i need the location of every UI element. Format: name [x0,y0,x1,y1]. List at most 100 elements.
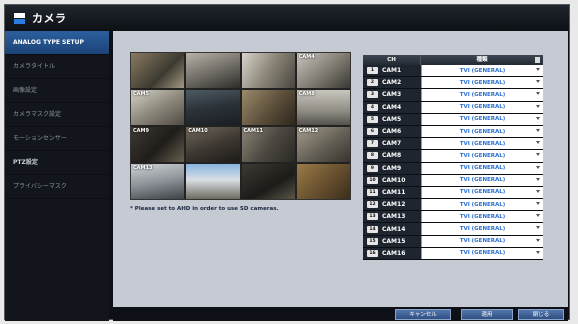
camera-preview-cell[interactable]: CAM13 [131,164,185,199]
camera-preview-cell[interactable]: CAM4 [296,53,350,88]
table-row: 14 CAM14 TVI (GENERAL) [363,223,543,236]
camera-type-select[interactable]: TVI (GENERAL) [421,125,543,138]
channel-name: CAM12 [382,201,406,209]
camera-preview-cell[interactable] [241,53,295,88]
camera-preview-cell[interactable] [296,164,350,199]
chevron-down-icon[interactable] [536,202,540,206]
camera-type-value: TVI (GENERAL) [459,67,506,74]
camera-type-value: TVI (GENERAL) [459,213,506,220]
channel-name: CAM11 [382,188,406,196]
camera-type-select[interactable]: TVI (GENERAL) [421,211,543,223]
channel-number-badge: 2 [367,79,378,87]
camera-type-value: TVI (GENERAL) [459,104,506,111]
table-row: 6 CAM6 TVI (GENERAL) [363,125,543,139]
camera-type-select[interactable]: TVI (GENERAL) [421,138,543,150]
camera-type-select[interactable]: TVI (GENERAL) [421,223,543,235]
sidebar-item-motion-sensor[interactable]: モーションセンサー [5,127,109,151]
chevron-down-icon[interactable] [536,177,540,181]
camera-type-value: TVI (GENERAL) [459,152,506,159]
camera-type-select[interactable]: TVI (GENERAL) [421,199,543,211]
camera-type-select[interactable]: TVI (GENERAL) [421,89,543,101]
chevron-down-icon[interactable] [536,238,540,242]
camera-type-value: TVI (GENERAL) [459,128,506,135]
camera-preview-cell[interactable]: CAM9 [131,127,185,162]
camera-type-select[interactable]: TVI (GENERAL) [421,235,543,247]
sidebar-item-analog-type-setup[interactable]: ANALOG TYPE SETUP [5,31,109,55]
table-row: 2 CAM2 TVI (GENERAL) [363,77,543,90]
apply-button[interactable]: 適用 [461,309,513,320]
chevron-down-icon[interactable] [536,214,540,218]
camera-preview-label: CAM4 [298,54,315,60]
chevron-down-icon[interactable] [536,141,540,145]
camera-preview-cell[interactable] [186,90,240,125]
channel-cell: 2 CAM2 [363,77,421,89]
camera-preview-cell[interactable] [241,164,295,199]
sidebar: ANALOG TYPE SETUP カメラタイトル 画像設定 カメラマスク設定 … [5,31,109,321]
chevron-down-icon[interactable] [536,250,540,254]
camera-type-select[interactable]: TVI (GENERAL) [421,65,543,77]
channel-number-badge: 10 [367,176,378,184]
camera-type-select[interactable]: TVI (GENERAL) [421,186,543,199]
camera-preview-label: CAM5 [133,91,149,97]
chevron-down-icon[interactable] [536,153,540,157]
camera-preview-cell[interactable] [241,90,295,125]
camera-type-value: TVI (GENERAL) [459,165,506,172]
cancel-button[interactable]: キャンセル [395,309,451,320]
camera-preview-cell[interactable] [186,164,240,199]
sidebar-item-image-settings[interactable]: 画像設定 [5,79,109,103]
chevron-down-icon[interactable] [536,165,540,169]
chevron-down-icon[interactable] [536,116,540,120]
channel-number-badge: 5 [367,115,378,123]
channel-name: CAM7 [382,140,402,148]
camera-type-table: CH 種類 1 CAM1 TVI (GENERAL) 2 CAM2 TVI (GENERA… [363,55,543,260]
table-row: 13 CAM13 TVI (GENERAL) [363,211,543,224]
channel-name: CAM8 [382,152,402,160]
channel-number-badge: 14 [367,225,378,233]
chevron-down-icon[interactable] [536,68,540,71]
camera-preview-label: CAM11 [243,128,263,134]
chevron-down-icon[interactable] [536,80,540,84]
channel-number-badge: 15 [367,237,378,245]
channel-cell: 4 CAM4 [363,101,421,113]
sidebar-item-ptz-settings[interactable]: PTZ設定 [5,151,109,175]
channel-name: CAM6 [382,128,402,136]
camera-settings-window: カメラ ANALOG TYPE SETUP カメラタイトル 画像設定 カメラマス… [4,4,570,321]
sidebar-item-privacy-mask[interactable]: プライバシーマスク [5,175,109,199]
camera-preview-cell[interactable] [131,53,185,88]
camera-type-select[interactable]: TVI (GENERAL) [421,150,543,162]
chevron-down-icon[interactable] [536,104,540,108]
chevron-down-icon[interactable] [536,92,540,96]
close-button[interactable]: 閉じる [518,309,564,320]
camera-preview-label: CAM13 [133,165,153,171]
camera-preview-cell[interactable] [186,53,240,88]
channel-number-badge: 4 [367,103,378,111]
sidebar-item-camera-mask[interactable]: カメラマスク設定 [5,103,109,127]
camera-type-value: TVI (GENERAL) [459,177,506,184]
camera-type-select[interactable]: TVI (GENERAL) [421,174,543,186]
camera-type-select[interactable]: TVI (GENERAL) [421,162,543,174]
chevron-down-icon[interactable] [536,226,540,230]
camera-preview-cell[interactable]: CAM12 [296,127,350,162]
camera-type-select[interactable]: TVI (GENERAL) [421,113,543,125]
camera-type-select[interactable]: TVI (GENERAL) [421,247,543,259]
header-dropdown-icon[interactable] [535,57,540,63]
channel-cell: 11 CAM11 [363,186,421,199]
camera-preview-cell[interactable]: CAM10 [186,127,240,162]
camera-preview-cell[interactable]: CAM8 [296,90,350,125]
column-header-type[interactable]: 種類 [421,55,543,65]
sidebar-item-camera-title[interactable]: カメラタイトル [5,55,109,79]
channel-cell: 7 CAM7 [363,138,421,150]
channel-cell: 6 CAM6 [363,125,421,138]
camera-type-select[interactable]: TVI (GENERAL) [421,101,543,113]
camera-preview-grid: CAM4 CAM5 CAM8 CAM9 CAM10 CAM11 CAM12 CA… [130,52,351,200]
camera-preview-cell[interactable]: CAM5 [131,90,185,125]
camera-preview-label: CAM8 [298,91,315,97]
table-row: 12 CAM12 TVI (GENERAL) [363,199,543,212]
channel-cell: 13 CAM13 [363,211,421,223]
camera-preview-cell[interactable]: CAM11 [241,127,295,162]
chevron-down-icon[interactable] [536,189,540,193]
chevron-down-icon[interactable] [536,128,540,132]
camera-type-value: TVI (GENERAL) [459,140,506,147]
camera-type-select[interactable]: TVI (GENERAL) [421,77,543,89]
channel-cell: 12 CAM12 [363,199,421,211]
